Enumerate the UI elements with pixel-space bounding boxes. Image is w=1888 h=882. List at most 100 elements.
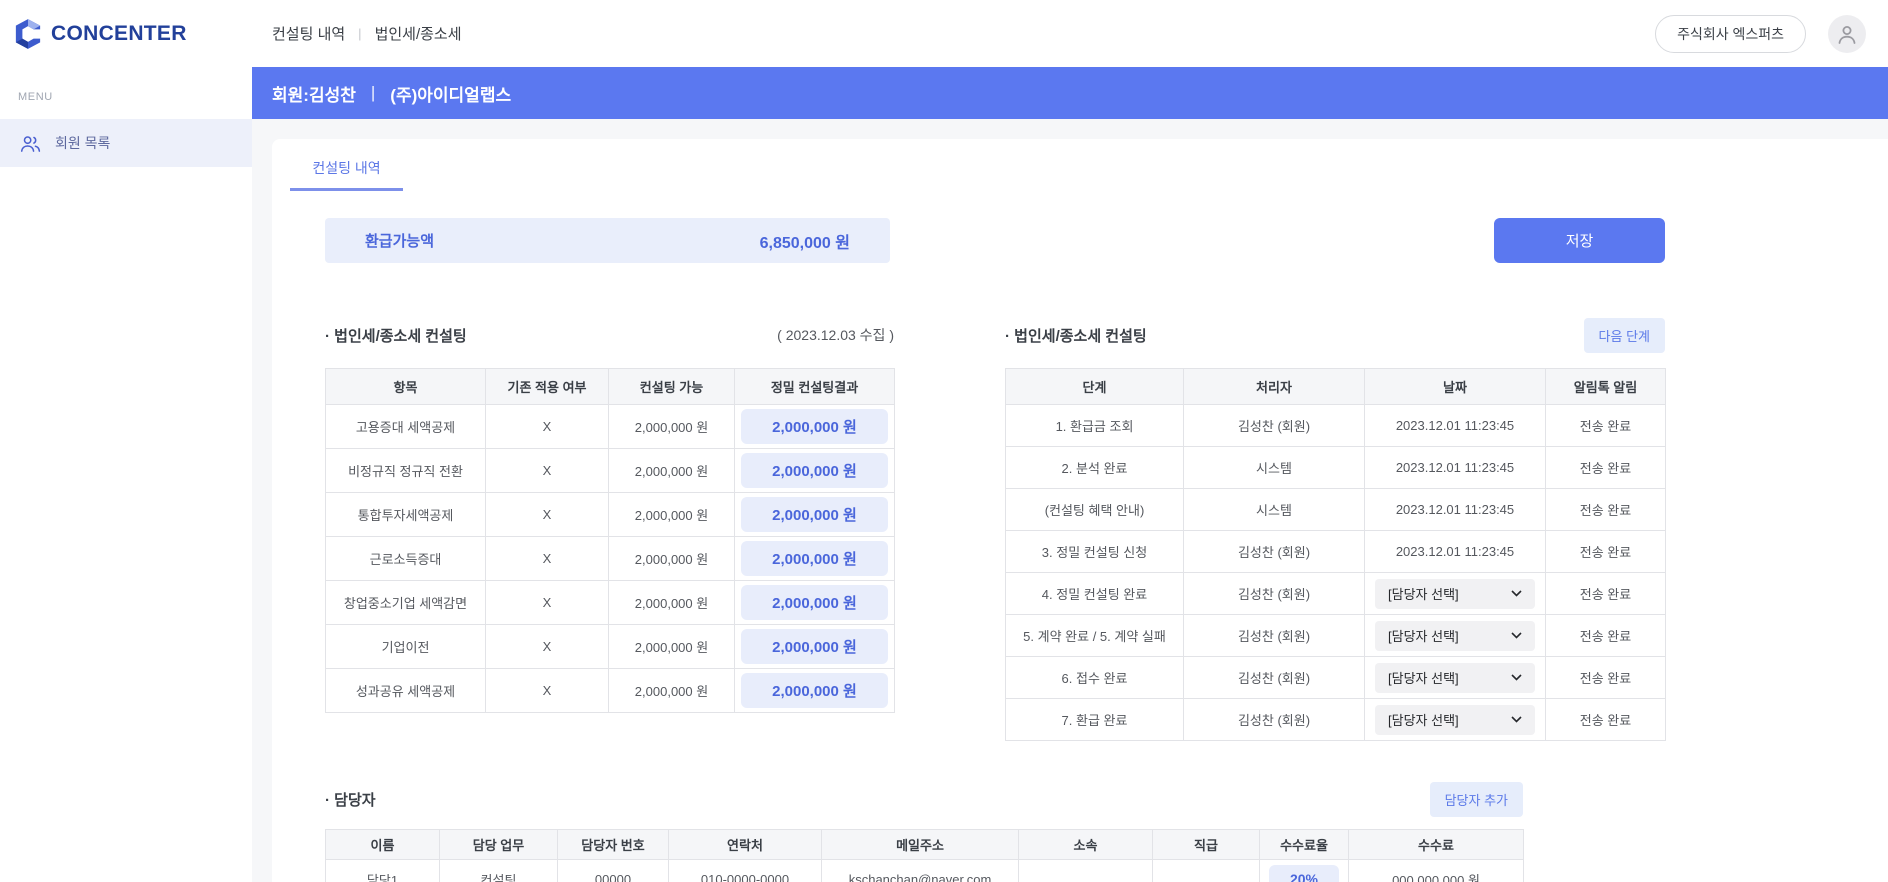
table-row: 1. 환급금 조회 김성찬 (회원) 2023.12.01 11:23:45 전… [1005, 404, 1666, 447]
app-logo[interactable]: CONCENTER [0, 18, 252, 50]
cell-alarm: 전송 완료 [1545, 488, 1666, 531]
col-position: 직급 [1152, 829, 1260, 860]
next-step-button[interactable]: 다음 단계 [1583, 317, 1665, 353]
manager-table: 이름 담당 업무 담당자 번호 연락처 메일주소 소속 직급 수수료율 수수료 [325, 829, 1524, 882]
cell-item: 근로소득증대 [325, 536, 486, 581]
cell-affiliation [1018, 859, 1153, 882]
breadcrumb-item-corporate-tax[interactable]: 법인세/종소세 [375, 23, 462, 44]
assignee-select[interactable]: [담당자 선택] [1375, 662, 1535, 693]
col-item: 항목 [325, 368, 486, 405]
cell-step: (컨설팅 혜택 안내) [1005, 488, 1184, 531]
col-name: 이름 [325, 829, 440, 860]
member-header-bar: 회원:김성찬 | (주)아이디얼랩스 [252, 67, 1888, 119]
cell-result: 2,000,000 원 [734, 580, 895, 625]
result-input[interactable]: 2,000,000 원 [741, 541, 888, 576]
col-applied: 기존 적용 여부 [485, 368, 609, 405]
col-result: 정밀 컨설팅결과 [734, 368, 895, 405]
cell-date: [담당자 선택] [1364, 698, 1546, 741]
table-row: 근로소득증대 X 2,000,000 원 2,000,000 원 [325, 536, 895, 581]
result-input[interactable]: 2,000,000 원 [741, 629, 888, 664]
assignee-select-label: [담당자 선택] [1388, 629, 1459, 644]
cell-possible: 2,000,000 원 [608, 668, 735, 713]
cell-date: [담당자 선택] [1364, 572, 1546, 615]
col-fee: 수수료 [1348, 829, 1524, 860]
cell-step: 7. 환급 완료 [1005, 698, 1184, 741]
cell-handler: 김성찬 (회원) [1183, 656, 1365, 699]
cell-possible: 2,000,000 원 [608, 448, 735, 493]
manager-section-title: · 담당자 [325, 791, 376, 809]
cell-applied: X [485, 668, 609, 713]
cell-handler: 시스템 [1183, 446, 1365, 489]
add-manager-button[interactable]: 담당자 추가 [1429, 781, 1523, 817]
cell-alarm: 전송 완료 [1545, 404, 1666, 447]
result-input[interactable]: 2,000,000 원 [741, 453, 888, 488]
chevron-down-icon [1511, 716, 1522, 723]
table-row: 4. 정밀 컨설팅 완료 김성찬 (회원) [담당자 선택] 전송 완료 [1005, 572, 1666, 615]
refund-row: 환급가능액 6,850,000 원 저장 [325, 218, 1665, 263]
table-row: 5. 계약 완료 / 5. 계약 실패 김성찬 (회원) [담당자 선택] 전송… [1005, 614, 1666, 657]
cell-alarm: 전송 완료 [1545, 614, 1666, 657]
table-row: 고용증대 세액공제 X 2,000,000 원 2,000,000 원 [325, 404, 895, 449]
sidebar-item-member-list[interactable]: 회원 목록 [0, 119, 252, 167]
table-row: (컨설팅 혜택 안내) 시스템 2023.12.01 11:23:45 전송 완… [1005, 488, 1666, 531]
tab-consulting-history[interactable]: 컨설팅 내역 [290, 151, 403, 191]
breadcrumb-item-consulting-history[interactable]: 컨설팅 내역 [272, 23, 345, 44]
table-row: 창업중소기업 세액감면 X 2,000,000 원 2,000,000 원 [325, 580, 895, 625]
manager-section: · 담당자 담당자 추가 이름 담당 업무 담당자 번호 연락처 메일주소 소속… [325, 781, 1665, 882]
col-alarm: 알림톡 알림 [1545, 368, 1666, 405]
cell-handler: 김성찬 (회원) [1183, 530, 1365, 573]
left-section-title: · 법인세/종소세 컨설팅 [325, 327, 467, 345]
assignee-select-label: [담당자 선택] [1388, 587, 1459, 602]
table-header-row: 항목 기존 적용 여부 컨설팅 가능 정밀 컨설팅결과 [325, 368, 895, 405]
cell-alarm: 전송 완료 [1545, 572, 1666, 615]
result-input[interactable]: 2,000,000 원 [741, 497, 888, 532]
cell-item: 통합투자세액공제 [325, 492, 486, 537]
sidebar-item-label: 회원 목록 [55, 135, 111, 151]
cell-applied: X [485, 404, 609, 449]
cell-handler: 김성찬 (회원) [1183, 698, 1365, 741]
cell-step: 3. 정밀 컨설팅 신청 [1005, 530, 1184, 573]
cell-number: 00000 [557, 859, 669, 882]
cell-item: 비정규직 정규직 전환 [325, 448, 486, 493]
cell-step: 1. 환급금 조회 [1005, 404, 1184, 447]
assignee-select[interactable]: [담당자 선택] [1375, 620, 1535, 651]
cell-applied: X [485, 448, 609, 493]
table-row: 7. 환급 완료 김성찬 (회원) [담당자 선택] 전송 완료 [1005, 698, 1666, 741]
table-row: 성과공유 세액공제 X 2,000,000 원 2,000,000 원 [325, 668, 895, 713]
chevron-down-icon [1511, 632, 1522, 639]
topbar-right: 주식회사 엑스퍼츠 [1655, 14, 1888, 53]
cell-result: 2,000,000 원 [734, 448, 895, 493]
users-icon [20, 133, 41, 154]
cell-item: 창업중소기업 세액감면 [325, 580, 486, 625]
col-affiliation: 소속 [1018, 829, 1153, 860]
save-button[interactable]: 저장 [1494, 218, 1665, 263]
col-duty: 담당 업무 [439, 829, 558, 860]
chevron-down-icon [1511, 674, 1522, 681]
result-input[interactable]: 2,000,000 원 [741, 585, 888, 620]
cell-handler: 김성찬 (회원) [1183, 614, 1365, 657]
company-button[interactable]: 주식회사 엑스퍼츠 [1655, 14, 1806, 53]
col-handler: 처리자 [1183, 368, 1365, 405]
person-icon [1835, 22, 1859, 46]
consulting-steps-table: 단계 처리자 날짜 알림톡 알림 1. 환급금 조회 김성찬 (회원) 2023… [1005, 368, 1666, 741]
top-bar: CONCENTER 컨설팅 내역 | 법인세/종소세 주식회사 엑스퍼츠 [0, 0, 1888, 67]
col-date: 날짜 [1364, 368, 1546, 405]
cell-result: 2,000,000 원 [734, 668, 895, 713]
cell-possible: 2,000,000 원 [608, 580, 735, 625]
col-step: 단계 [1005, 368, 1184, 405]
assignee-select[interactable]: [담당자 선택] [1375, 704, 1535, 735]
cell-date: 2023.12.01 11:23:45 [1364, 530, 1546, 573]
result-input[interactable]: 2,000,000 원 [741, 673, 888, 708]
assignee-select[interactable]: [담당자 선택] [1375, 578, 1535, 609]
user-avatar[interactable] [1828, 14, 1866, 53]
consulting-items-table: 항목 기존 적용 여부 컨설팅 가능 정밀 컨설팅결과 고용증대 세액공제 X … [325, 368, 895, 713]
result-input[interactable]: 2,000,000 원 [741, 409, 888, 444]
cell-applied: X [485, 580, 609, 625]
cell-alarm: 전송 완료 [1545, 656, 1666, 699]
fee-rate-input[interactable]: 20% [1269, 865, 1339, 882]
cell-applied: X [485, 624, 609, 669]
col-phone: 연락처 [668, 829, 822, 860]
cell-step: 5. 계약 완료 / 5. 계약 실패 [1005, 614, 1184, 657]
refund-amount: 6,850,000 원 [759, 234, 850, 252]
table-row: 기업이전 X 2,000,000 원 2,000,000 원 [325, 624, 895, 669]
